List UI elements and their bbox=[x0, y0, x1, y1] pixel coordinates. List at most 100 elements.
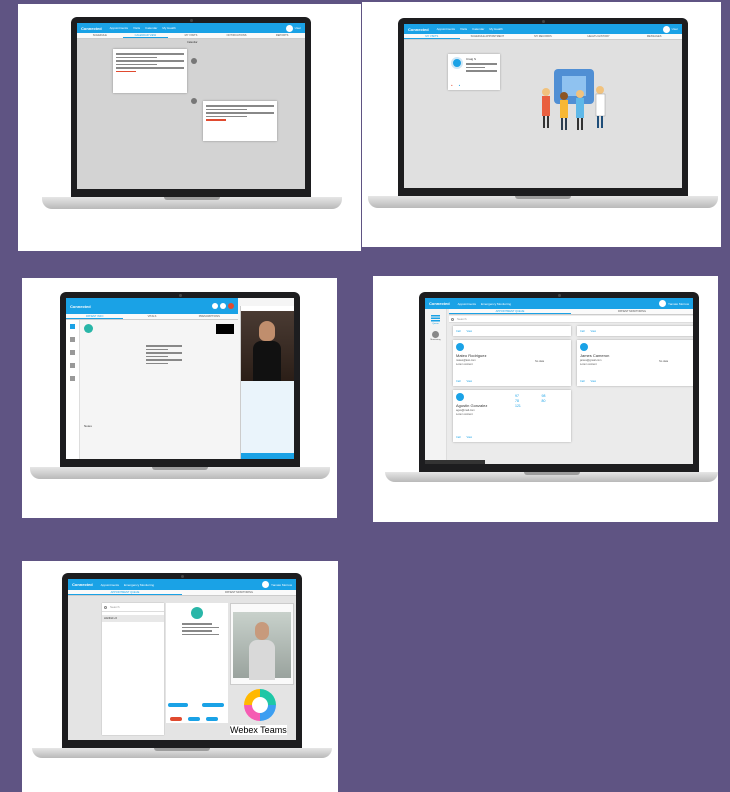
patient-email: mateo@test.com bbox=[456, 359, 476, 362]
card-actions: Call View bbox=[580, 380, 596, 383]
brand-logo: Connected bbox=[408, 26, 429, 32]
tab[interactable]: PRESCRIPTIONS bbox=[181, 314, 238, 319]
tab[interactable]: HEALTH HISTORY bbox=[571, 34, 627, 39]
filter-label[interactable]: Calendar bbox=[187, 41, 198, 44]
call-button[interactable]: Call bbox=[456, 330, 460, 333]
app-header: Connected Appointments Emergency Monitor… bbox=[425, 298, 693, 309]
view-button[interactable]: View bbox=[590, 380, 596, 383]
patient-info: Lorem content bbox=[456, 413, 473, 416]
action-button[interactable] bbox=[202, 703, 224, 707]
user-menu[interactable]: Yamato Morrow bbox=[659, 300, 689, 307]
cancel-button[interactable]: ● bbox=[451, 84, 453, 87]
view-button[interactable]: View bbox=[466, 380, 472, 383]
cancel-link[interactable] bbox=[206, 119, 227, 121]
nav-icon[interactable] bbox=[70, 350, 75, 355]
laptop-lid: Connected PATIENT INFO VITALS PRESCRIPTI… bbox=[60, 292, 300, 467]
queue-list-icon[interactable] bbox=[431, 315, 440, 322]
black-panel bbox=[216, 324, 234, 334]
nav-item[interactable]: Visits bbox=[133, 26, 140, 30]
search-input[interactable]: Search bbox=[457, 317, 467, 321]
laptop-notch bbox=[164, 197, 220, 200]
user-name: Yamato Morrow bbox=[271, 582, 292, 587]
action-button[interactable] bbox=[188, 717, 200, 721]
search-bar[interactable]: Search bbox=[102, 603, 164, 612]
patient-avatar bbox=[191, 607, 203, 619]
tab[interactable]: VITALS bbox=[123, 314, 180, 319]
tab[interactable]: PATIENT MONITORING bbox=[571, 309, 693, 314]
end-call-button[interactable] bbox=[228, 303, 234, 309]
laptop: Connected Appointments Visits Calendar M… bbox=[368, 18, 718, 218]
patient-name: Mateo Rodriguez bbox=[456, 353, 487, 358]
user-name: User bbox=[671, 27, 678, 31]
patient-avatar bbox=[456, 393, 464, 401]
nav-icon[interactable] bbox=[70, 363, 75, 368]
laptop-base bbox=[368, 196, 718, 208]
appointment-popup bbox=[113, 49, 187, 93]
nav-icon[interactable] bbox=[70, 324, 75, 329]
video-feed-image bbox=[241, 311, 294, 381]
cancel-link[interactable] bbox=[116, 70, 137, 72]
tab-active[interactable]: APPOINTMENT QUEUE bbox=[68, 590, 182, 595]
nav-item[interactable]: Visits bbox=[460, 27, 467, 31]
view-button[interactable]: View bbox=[590, 330, 596, 333]
nav-icon[interactable] bbox=[70, 376, 75, 381]
calendar-event-icon[interactable] bbox=[191, 58, 197, 64]
call-button[interactable]: Call bbox=[580, 330, 584, 333]
view-button[interactable]: View bbox=[466, 436, 472, 439]
tab[interactable]: PATIENT MONITORING bbox=[182, 590, 296, 595]
tab-active[interactable]: CALENDAR VIEW bbox=[122, 33, 169, 38]
avatar bbox=[659, 300, 667, 307]
app-header: Connected Appointments Visits Calendar M… bbox=[77, 23, 305, 33]
tab[interactable]: MY VISITS bbox=[168, 33, 214, 38]
nav-item[interactable]: Emergency Monitoring bbox=[481, 302, 511, 306]
tab[interactable]: SCHEDULE APPOINTMENT bbox=[460, 34, 516, 39]
user-menu[interactable]: User bbox=[285, 24, 301, 32]
chat-area[interactable] bbox=[241, 381, 294, 453]
nav-item[interactable]: Calendar bbox=[145, 26, 157, 30]
tab[interactable]: SCHEDULE bbox=[77, 33, 123, 38]
tab[interactable]: MY RECORDS bbox=[515, 34, 571, 39]
patient-details bbox=[146, 343, 182, 366]
view-button[interactable]: View bbox=[466, 330, 472, 333]
tab-bar: MY VISITS SCHEDULE APPOINTMENT MY RECORD… bbox=[404, 34, 682, 40]
tab-active[interactable]: MY VISITS bbox=[404, 34, 460, 39]
tab-bar: PATIENT INFO VITALS PRESCRIPTIONS bbox=[66, 314, 238, 320]
nav-item[interactable]: My Health bbox=[162, 26, 176, 30]
user-menu[interactable]: User bbox=[662, 25, 678, 33]
action-button[interactable] bbox=[206, 717, 218, 721]
nav-item[interactable]: Appointments bbox=[437, 27, 455, 31]
nav-item[interactable]: Emergency Monitoring bbox=[124, 583, 154, 587]
monitoring-icon[interactable] bbox=[432, 331, 439, 338]
nav-item[interactable]: Calendar bbox=[472, 27, 484, 31]
action-button[interactable] bbox=[168, 703, 188, 707]
search-bar[interactable]: Search bbox=[449, 316, 693, 323]
nav-icon[interactable] bbox=[70, 337, 75, 342]
queue-item[interactable]: HANNA LO bbox=[102, 615, 164, 622]
detail-line bbox=[466, 66, 485, 68]
tab[interactable]: MESSAGES bbox=[626, 34, 682, 39]
nav-item[interactable]: My Health bbox=[489, 27, 503, 31]
tab[interactable]: REPORTS bbox=[259, 33, 305, 38]
laptop-notch bbox=[154, 748, 210, 751]
view-button[interactable]: ● bbox=[459, 84, 461, 87]
avatar bbox=[285, 24, 293, 32]
call-button[interactable]: Call bbox=[456, 436, 460, 439]
tab-active[interactable]: APPOINTMENT QUEUE bbox=[449, 309, 571, 314]
user-menu[interactable]: Yamato Morrow bbox=[262, 581, 292, 588]
nav-item[interactable]: Appointments bbox=[101, 583, 119, 587]
search-input[interactable]: Search bbox=[110, 605, 120, 609]
action-button[interactable] bbox=[170, 717, 182, 721]
nav-item[interactable]: Appointments bbox=[458, 302, 476, 306]
calendar-event-icon[interactable] bbox=[191, 98, 197, 104]
tab-active[interactable]: PATIENT INFO bbox=[66, 314, 124, 319]
tab[interactable]: NOTIFICATIONS bbox=[214, 33, 260, 38]
mute-button[interactable] bbox=[212, 303, 218, 309]
nav-item[interactable]: Appointments bbox=[110, 26, 128, 30]
camera-button[interactable] bbox=[220, 303, 226, 309]
detail-line bbox=[466, 63, 497, 65]
laptop-notch bbox=[152, 467, 208, 470]
search-icon bbox=[104, 605, 107, 609]
chat-input-bar[interactable] bbox=[241, 453, 294, 459]
call-button[interactable]: Call bbox=[456, 380, 460, 383]
call-button[interactable]: Call bbox=[580, 380, 584, 383]
